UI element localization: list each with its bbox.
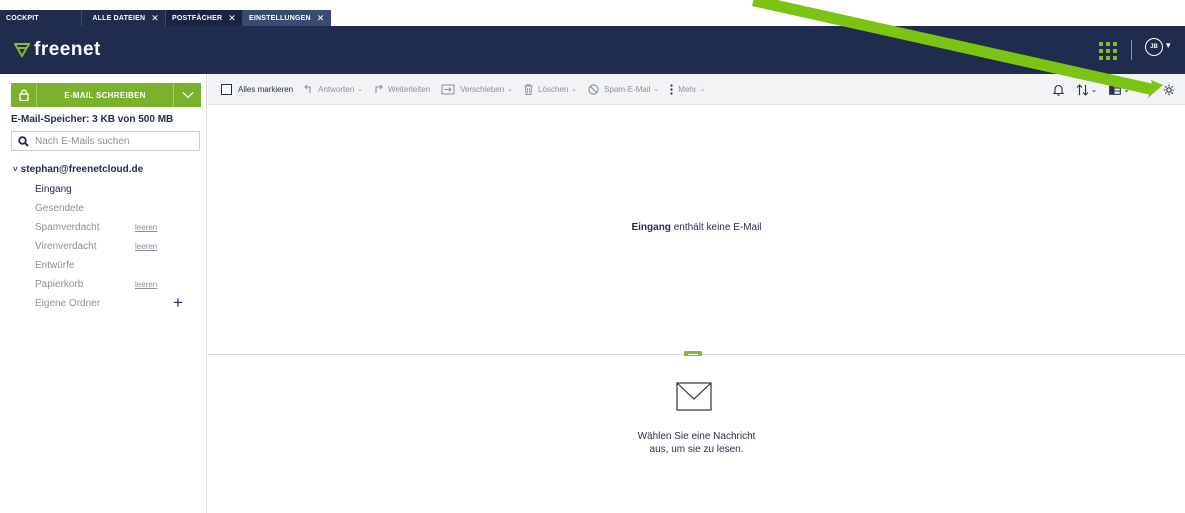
spam-label: Spam-E-Mail	[604, 84, 651, 94]
freenet-logo[interactable]: freenet	[14, 39, 101, 61]
message-list: Eingang enthält keine E-Mail	[208, 106, 1185, 354]
close-icon[interactable]: ✕	[317, 13, 325, 24]
envelope-icon	[676, 382, 712, 411]
more-button[interactable]: Mehr ⌄	[670, 83, 706, 95]
folder-label: Eingang	[35, 184, 72, 195]
close-icon[interactable]: ✕	[151, 13, 159, 24]
tab-label: EINSTELLUNGEN	[249, 14, 311, 22]
hint-line: Wählen Sie eine Nachricht	[637, 431, 756, 442]
layout-icon[interactable]: ⌄	[1109, 84, 1130, 95]
reply-icon	[304, 84, 313, 94]
chevron-down-icon: ⌄	[357, 86, 364, 93]
sort-icon[interactable]: ⌄	[1076, 83, 1098, 96]
forward-icon	[374, 84, 383, 94]
forward-button[interactable]: Weiterleiten	[374, 84, 430, 94]
tab-alle-dateien[interactable]: ALLE DATEIEN ✕	[82, 10, 166, 26]
folder-label: Spamverdacht	[35, 222, 100, 233]
search-input[interactable]	[35, 135, 185, 147]
top-strip	[0, 0, 1185, 10]
tab-postfaecher[interactable]: POSTFÄCHER ✕	[166, 10, 243, 26]
move-icon	[441, 84, 455, 95]
tab-label: POSTFÄCHER	[172, 14, 223, 22]
chevron-down-icon[interactable]: ▾	[1166, 40, 1171, 51]
move-label: Verschieben	[460, 84, 505, 94]
chevron-down-icon: ⌄	[653, 86, 660, 93]
mail-toolbar: Alles markieren Antworten ⌄ Weiterleiten…	[208, 74, 1185, 105]
folder-eingang[interactable]: Eingang	[35, 180, 195, 199]
app-header: freenet JB ▾	[0, 26, 1185, 74]
empty-folder-link[interactable]: leeren	[135, 280, 157, 289]
folder-entwuerfe[interactable]: Entwürfe	[35, 256, 195, 275]
more-vertical-icon	[670, 83, 673, 95]
folder-spamverdacht[interactable]: Spamverdacht leeren	[35, 218, 195, 237]
chevron-down-icon: ⌄	[507, 86, 514, 93]
folder-label: Eigene Ordner	[35, 298, 101, 309]
right-toolbar: ⌄ ⌄	[1041, 74, 1175, 105]
folder-gesendete[interactable]: Gesendete	[35, 199, 195, 218]
reply-label: Antworten	[318, 84, 355, 94]
search-box[interactable]	[11, 131, 200, 151]
storage-info: E-Mail-Speicher: 3 KB von 500 MB	[11, 114, 174, 125]
trash-icon	[524, 83, 533, 95]
add-folder-icon[interactable]: +	[173, 293, 183, 313]
select-all-checkbox[interactable]	[221, 83, 232, 95]
search-icon	[18, 135, 29, 147]
freenet-logo-icon	[14, 43, 30, 58]
empty-folder-link[interactable]: leeren	[135, 223, 157, 232]
spam-button[interactable]: Spam-E-Mail ⌄	[588, 83, 660, 95]
header-divider	[1131, 40, 1132, 60]
collapse-icon[interactable]	[1142, 85, 1151, 94]
lock-icon[interactable]	[11, 83, 37, 107]
delete-button[interactable]: Löschen ⌄	[524, 83, 578, 95]
empty-folder-name: Eingang	[631, 222, 671, 233]
chevron-down-icon: ⌄	[571, 86, 578, 93]
account-label: stephan@freenetcloud.de	[20, 164, 144, 175]
reply-button[interactable]: Antworten ⌄	[304, 84, 363, 94]
tab-label: ALLE DATEIEN	[92, 14, 146, 22]
reading-pane-hint: Wählen Sie eine Nachricht aus, um sie zu…	[208, 430, 1185, 456]
apps-grid-icon[interactable]	[1097, 40, 1117, 60]
account-node[interactable]: ˅ stephan@freenetcloud.de	[13, 164, 143, 175]
gear-icon[interactable]	[1163, 84, 1175, 96]
chevron-down-icon: ⌄	[1090, 85, 1098, 94]
block-icon	[588, 83, 599, 95]
tab-cockpit[interactable]: COCKPIT	[0, 10, 82, 26]
chevron-down-icon: ⌄	[1123, 85, 1130, 94]
compose-button-group: E-MAIL SCHREIBEN	[11, 83, 201, 107]
chevron-down-icon[interactable]	[173, 83, 201, 107]
bell-icon[interactable]	[1052, 84, 1064, 96]
folder-label: Gesendete	[35, 203, 84, 214]
folder-eigene-ordner[interactable]: Eigene Ordner +	[35, 293, 195, 313]
hint-line: aus, um sie zu lesen.	[649, 444, 744, 455]
chevron-down-icon: ⌄	[699, 86, 706, 93]
select-all-label: Alles markieren	[238, 84, 294, 94]
select-all-button[interactable]: Alles markieren	[221, 83, 294, 95]
folder-label: Entwürfe	[35, 260, 75, 271]
empty-folder-link[interactable]: leeren	[135, 242, 157, 251]
folder-virenverdacht[interactable]: Virenverdacht leeren	[35, 237, 195, 256]
avatar[interactable]: JB	[1145, 38, 1163, 56]
tab-bar: COCKPIT ALLE DATEIEN ✕ POSTFÄCHER ✕ EINS…	[0, 10, 1185, 26]
folder-label: Virenverdacht	[35, 241, 97, 252]
more-label: Mehr	[678, 84, 697, 94]
brand-name: freenet	[34, 39, 101, 60]
folder-papierkorb[interactable]: Papierkorb leeren	[35, 275, 195, 294]
tab-einstellungen[interactable]: EINSTELLUNGEN ✕	[243, 10, 331, 26]
empty-list-message: Eingang enthält keine E-Mail	[208, 222, 1185, 233]
close-icon[interactable]: ✕	[228, 13, 236, 24]
folder-label: Papierkorb	[35, 279, 84, 290]
move-button[interactable]: Verschieben ⌄	[441, 84, 513, 95]
forward-label: Weiterleiten	[388, 84, 431, 94]
chevron-down-icon: ˅	[13, 165, 18, 174]
reading-pane: Wählen Sie eine Nachricht aus, um sie zu…	[208, 356, 1185, 513]
compose-button[interactable]: E-MAIL SCHREIBEN	[37, 83, 173, 107]
tab-label: COCKPIT	[6, 14, 39, 22]
empty-list-text: enthält keine E-Mail	[670, 222, 762, 233]
folder-list: Eingang Gesendete Spamverdacht leeren Vi…	[35, 180, 195, 313]
sidebar: E-MAIL SCHREIBEN E-Mail-Speicher: 3 KB v…	[0, 74, 207, 513]
delete-label: Löschen	[538, 84, 569, 94]
